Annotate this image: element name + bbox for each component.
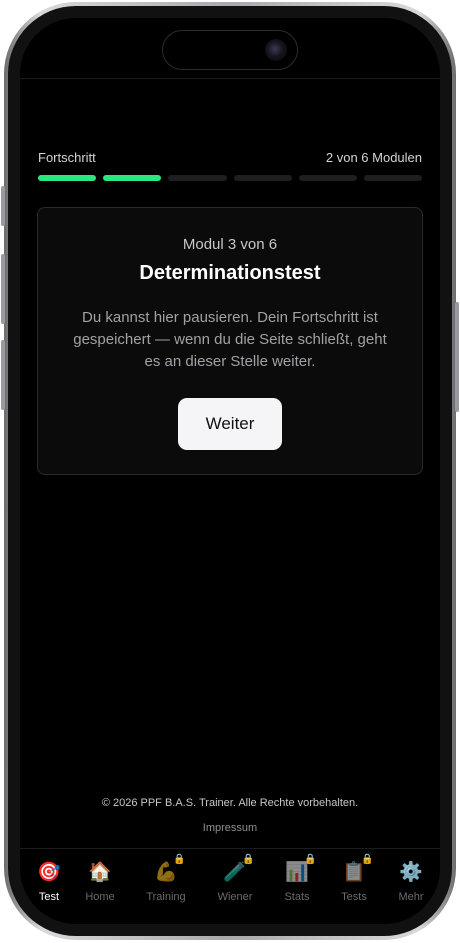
progress-segment-complete — [103, 175, 162, 181]
tab-stats[interactable]: 📊 🔒 Stats — [268, 855, 326, 904]
volume-down-button — [1, 340, 5, 410]
pause-description: Du kannst hier pausieren. Dein Fortschri… — [73, 309, 387, 370]
lock-icon: 🔒 — [242, 854, 255, 865]
tab-label: Home — [85, 891, 115, 903]
progress-segment-complete — [38, 175, 97, 181]
progress-label: Fortschritt — [38, 150, 96, 165]
tab-label: Training — [146, 891, 186, 903]
bar-chart-icon: 📊 — [285, 862, 309, 883]
continue-button[interactable]: Weiter — [178, 398, 282, 450]
lock-icon: 🔒 — [361, 854, 374, 865]
header-divider — [20, 78, 440, 79]
tab-training[interactable]: 💪 🔒 Training — [137, 855, 195, 904]
lock-icon: 🔒 — [304, 854, 317, 865]
volume-up-button — [1, 254, 5, 324]
dynamic-island — [162, 30, 298, 70]
impressum-link[interactable]: Impressum — [20, 822, 440, 834]
tab-label: Tests — [341, 891, 367, 903]
pause-card: Modul 3 von 6 Determinationstest Du kann… — [37, 207, 423, 475]
tab-label: Mehr — [398, 891, 424, 903]
progress-segment-pending — [233, 175, 292, 181]
progress-segment-pending — [298, 175, 357, 181]
tab-mehr[interactable]: ⚙️ Mehr — [382, 861, 440, 903]
progress-segment-pending — [168, 175, 227, 181]
camera-icon — [265, 39, 287, 61]
progress-header: Fortschritt 2 von 6 Modulen — [38, 150, 422, 165]
flexed-biceps-icon: 💪 — [154, 862, 178, 883]
tab-test[interactable]: 🎯 Test — [20, 861, 78, 903]
power-button — [455, 302, 459, 412]
progress-segment-pending — [363, 175, 423, 181]
tab-label: Stats — [284, 891, 310, 903]
module-title: Determinationstest — [139, 262, 321, 284]
module-counter: Modul 3 von 6 — [182, 236, 278, 253]
copyright-text: © 2026 PPF B.A.S. Trainer. Alle Rechte v… — [101, 797, 359, 809]
tab-home[interactable]: 🏠 Home — [71, 861, 129, 903]
clipboard-icon: 📋 — [342, 862, 366, 883]
progress-bar — [38, 175, 423, 181]
action-button — [1, 186, 5, 226]
tab-wiener[interactable]: 🧪 🔒 Wiener — [206, 855, 264, 904]
house-icon: 🏠 — [88, 862, 112, 883]
lock-icon: 🔒 — [173, 854, 186, 865]
test-tube-icon: 🧪 — [223, 862, 247, 883]
tab-label: Test — [38, 891, 60, 903]
dart-target-icon: 🎯 — [37, 862, 61, 883]
tab-label: Wiener — [217, 891, 253, 903]
gear-icon: ⚙️ — [399, 862, 423, 883]
bottom-tab-bar: 🎯 Test 🏠 Home 💪 🔒 Training 🧪 🔒 Wiener 📊 🔒 Stats 📋 🔒 Tes… — [20, 848, 440, 924]
progress-status: 2 von 6 Modulen — [325, 150, 422, 165]
tab-tests[interactable]: 📋 🔒 Tests — [325, 855, 383, 904]
screen: Fortschritt 2 von 6 Modulen Modul 3 von … — [20, 18, 440, 924]
